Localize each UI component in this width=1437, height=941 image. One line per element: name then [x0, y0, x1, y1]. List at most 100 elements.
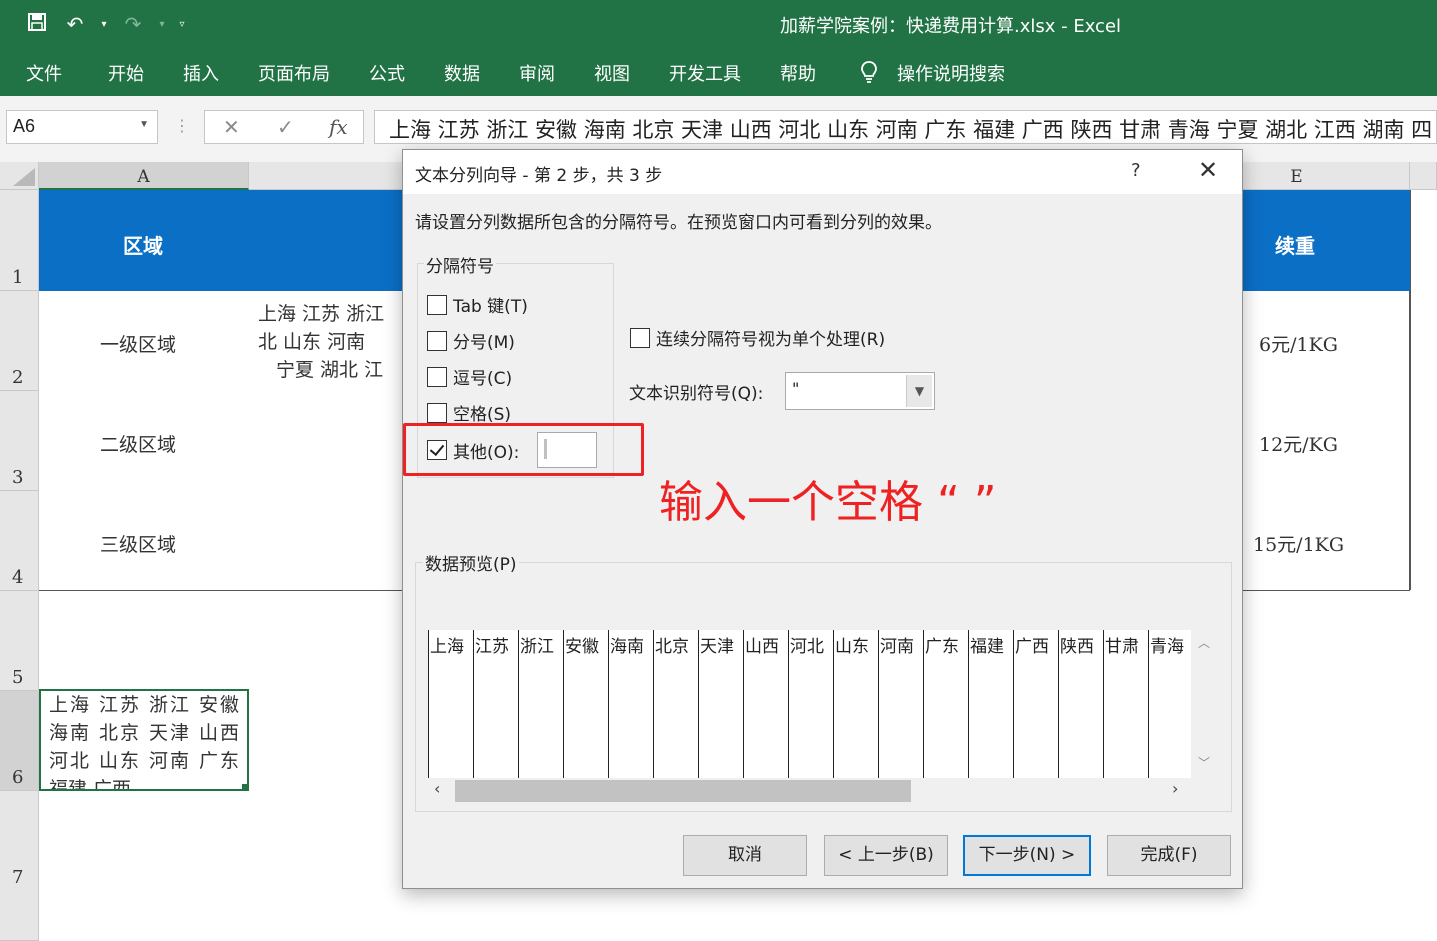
cell-e3[interactable]: 12元/KG	[1259, 430, 1338, 457]
tab-file[interactable]: 文件	[26, 60, 62, 86]
text-qualifier-select[interactable]: " ▼	[785, 372, 935, 410]
preview-column[interactable]: 天津	[698, 630, 743, 778]
save-icon[interactable]	[22, 12, 52, 37]
checkbox-consecutive[interactable]: 连续分隔符号视为单个处理(R)	[630, 325, 885, 350]
highlight-box	[403, 423, 644, 476]
scroll-left-icon[interactable]: ‹	[434, 779, 440, 798]
cell-a6-selected[interactable]: 上海 江苏 浙江 安徽 海南 北京 天津 山西 河北 山东 河南 广东 福建 广…	[39, 689, 249, 791]
chevron-down-icon[interactable]: ▼	[906, 375, 932, 407]
undo-icon[interactable]: ↶	[60, 12, 90, 36]
name-box[interactable]: A6 ▼	[6, 110, 158, 144]
checkbox-label: 连续分隔符号视为单个处理(R)	[656, 330, 886, 350]
row-header-2[interactable]: 2	[0, 291, 39, 391]
header-cell-region[interactable]: 区域	[123, 230, 163, 259]
row-header-6[interactable]: 6	[0, 691, 39, 791]
row-number: 4	[12, 567, 24, 588]
cancel-icon[interactable]: ✕	[223, 115, 240, 139]
column-header-a[interactable]: A	[39, 162, 249, 190]
tab-view[interactable]: 视图	[594, 60, 630, 86]
checkbox-box[interactable]	[427, 366, 447, 387]
checkbox-box[interactable]	[427, 330, 447, 351]
tab-page-layout[interactable]: 页面布局	[258, 60, 330, 86]
customize-qat-icon[interactable]: ▿	[176, 19, 188, 30]
row-number: 7	[12, 867, 24, 888]
preview-column[interactable]: 河南	[878, 630, 923, 778]
row-number: 3	[12, 467, 24, 488]
checkbox-label: Tab 键(T)	[453, 297, 528, 317]
checkbox-space[interactable]: 空格(S)	[427, 400, 511, 425]
preview-column[interactable]: 广西	[1013, 630, 1058, 778]
preview-column[interactable]: 河北	[788, 630, 833, 778]
tab-developer[interactable]: 开发工具	[669, 60, 741, 86]
preview-column[interactable]: 北京	[653, 630, 698, 778]
table-right-border	[1410, 190, 1411, 590]
scroll-up-icon[interactable]: ︿	[1198, 634, 1210, 651]
preview-column[interactable]: 江苏	[473, 630, 518, 778]
cell-e2[interactable]: 6元/1KG	[1259, 330, 1338, 357]
cell-b2-line: 上海 江苏 浙江	[258, 303, 385, 325]
row-header-4[interactable]: 4	[0, 491, 39, 591]
cell-a2[interactable]: 一级区域	[100, 330, 176, 357]
cancel-button[interactable]: 取消	[683, 835, 807, 876]
finish-button[interactable]: 完成(F)	[1107, 835, 1231, 876]
tab-formulas[interactable]: 公式	[369, 60, 405, 86]
column-header-b[interactable]	[249, 162, 409, 190]
preview-column[interactable]: 海南	[608, 630, 653, 778]
preview-column[interactable]: 安徽	[563, 630, 608, 778]
checkbox-label: 空格(S)	[453, 405, 512, 425]
back-button[interactable]: < 上一步(B)	[824, 835, 948, 876]
tab-help[interactable]: 帮助	[780, 60, 816, 86]
tab-insert[interactable]: 插入	[183, 60, 219, 86]
preview-horizontal-scrollbar[interactable]: ‹ ›	[428, 778, 1191, 802]
scroll-down-icon[interactable]: ﹀	[1198, 754, 1210, 771]
cell-a3[interactable]: 二级区域	[100, 430, 176, 457]
redo-icon[interactable]: ↷	[118, 12, 148, 36]
cell-a4[interactable]: 三级区域	[100, 530, 176, 557]
header-cell-extra-weight[interactable]: 续重	[1275, 230, 1315, 259]
preview-column[interactable]: 陕西	[1058, 630, 1103, 778]
cell-b2[interactable]: 上海 江苏 浙江 北 山东 河南 宁夏 湖北 江	[258, 300, 408, 384]
preview-column[interactable]: 福建	[968, 630, 1013, 778]
insert-function-icon[interactable]: fx	[329, 115, 348, 139]
preview-column[interactable]: 山东	[833, 630, 878, 778]
tell-me-search[interactable]: 操作说明搜索	[897, 60, 1005, 86]
preview-column[interactable]: 山西	[743, 630, 788, 778]
name-box-value: A6	[13, 116, 36, 136]
preview-vertical-scrollbar[interactable]: ︿ ﹀	[1193, 630, 1215, 778]
cell-b2-line: 北 山东 河南	[258, 331, 366, 353]
redo-dropdown-icon[interactable]: ▾	[156, 19, 168, 30]
lightbulb-icon[interactable]	[860, 60, 878, 84]
next-button[interactable]: 下一步(N) >	[963, 835, 1091, 876]
preview-column[interactable]: 广东	[923, 630, 968, 778]
undo-dropdown-icon[interactable]: ▾	[98, 19, 110, 30]
tab-data[interactable]: 数据	[444, 60, 480, 86]
checkbox-comma[interactable]: 逗号(C)	[427, 364, 512, 389]
row-header-1[interactable]: 1	[0, 190, 39, 291]
close-icon[interactable]: ✕	[1198, 156, 1218, 184]
checkbox-box[interactable]	[427, 294, 447, 315]
checkbox-box[interactable]	[427, 402, 447, 423]
preview-column[interactable]: 浙江	[518, 630, 563, 778]
enter-icon[interactable]: ✓	[277, 115, 294, 139]
row-header-5[interactable]: 5	[0, 591, 39, 691]
preview-column[interactable]: 甘肃	[1103, 630, 1148, 778]
preview-column[interactable]: 上海	[428, 630, 473, 778]
drag-handle-icon[interactable]: ⋮	[174, 116, 190, 135]
chevron-down-icon[interactable]: ▼	[139, 119, 149, 130]
tab-home[interactable]: 开始	[108, 60, 144, 86]
data-preview-area[interactable]: 上海 江苏 浙江 安徽 海南 北京 天津 山西 河北 山东 河南 广东 福建 广西 陕西 甘肃 青海	[428, 630, 1191, 778]
column-header-f[interactable]	[1410, 162, 1437, 190]
checkbox-box[interactable]	[630, 327, 650, 348]
formula-input[interactable]: 上海 江苏 浙江 安徽 海南 北京 天津 山西 河北 山东 河南 广东 福建 广…	[374, 110, 1437, 144]
checkbox-semicolon[interactable]: 分号(M)	[427, 328, 515, 353]
select-all-corner[interactable]	[0, 162, 39, 190]
row-header-7[interactable]: 7	[0, 791, 39, 941]
scroll-thumb[interactable]	[455, 780, 911, 802]
cell-e4[interactable]: 15元/1KG	[1253, 530, 1344, 557]
help-icon[interactable]: ?	[1131, 160, 1141, 181]
preview-column[interactable]: 青海	[1148, 630, 1191, 778]
tab-review[interactable]: 审阅	[519, 60, 555, 86]
checkbox-tab[interactable]: Tab 键(T)	[427, 292, 528, 317]
scroll-right-icon[interactable]: ›	[1172, 779, 1178, 798]
row-header-3[interactable]: 3	[0, 391, 39, 491]
